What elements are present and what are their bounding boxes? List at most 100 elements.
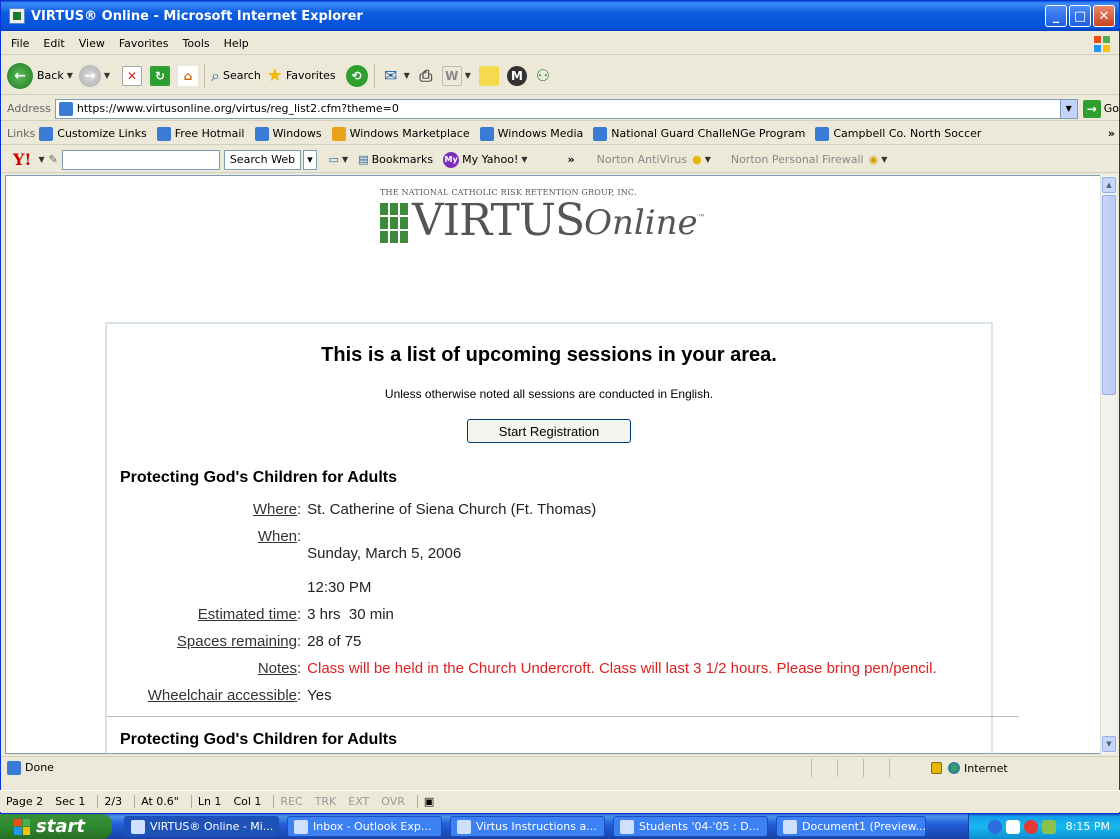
address-dropdown-icon[interactable]: ▼ bbox=[1059, 99, 1077, 118]
close-button[interactable]: ✕ bbox=[1093, 5, 1115, 27]
page-content: THE NATIONAL CATHOLIC RISK RETENTION GRO… bbox=[5, 175, 1101, 754]
link-windows-marketplace[interactable]: Windows Marketplace bbox=[331, 126, 470, 141]
task-label: Inbox - Outlook Exp... bbox=[313, 820, 432, 833]
toolbar-separator bbox=[373, 63, 375, 88]
link-windows-media[interactable]: Windows Media bbox=[479, 126, 584, 141]
menu-tools[interactable]: Tools bbox=[183, 37, 210, 50]
where-value: St. Catherine of Siena Church (Ft. Thoma… bbox=[307, 501, 597, 518]
taskbar: start VIRTUS® Online - Mi... Inbox - Out… bbox=[0, 814, 1120, 839]
go-button[interactable]: → Go bbox=[1082, 99, 1119, 118]
mail-icon[interactable]: ✉ bbox=[381, 66, 401, 86]
yahoo-highlight-button[interactable]: ▭ ▼ bbox=[329, 153, 349, 166]
link-national-guard[interactable]: National Guard ChalleNGe Program bbox=[593, 126, 805, 141]
mail-dropdown-icon[interactable]: ▼ bbox=[404, 71, 410, 80]
session-where-row: Where: St. Catherine of Siena Church (Ft… bbox=[107, 501, 991, 518]
page-heading: This is a list of upcoming sessions in y… bbox=[321, 344, 777, 366]
ie-link-icon bbox=[254, 126, 269, 141]
favorites-button[interactable]: ★ Favorites bbox=[267, 65, 336, 86]
word-ovr[interactable]: OVR bbox=[381, 795, 405, 808]
ie-link-icon bbox=[479, 126, 494, 141]
tray-calendar-icon[interactable] bbox=[1005, 819, 1020, 834]
history-icon[interactable]: ⟲ bbox=[345, 64, 368, 87]
link-windows[interactable]: Windows bbox=[254, 126, 322, 141]
title-bar[interactable]: VIRTUS® Online - Microsoft Internet Expl… bbox=[1, 1, 1119, 31]
scroll-down-icon[interactable]: ▼ bbox=[1102, 736, 1116, 752]
clock[interactable]: 8:15 PM bbox=[1066, 820, 1110, 833]
word-ext[interactable]: EXT bbox=[348, 795, 369, 808]
menu-bar: File Edit View Favorites Tools Help bbox=[1, 33, 1119, 55]
link-label: Windows bbox=[272, 127, 322, 140]
when-label[interactable]: When bbox=[107, 528, 297, 596]
link-label: Windows Media bbox=[497, 127, 584, 140]
maximize-button[interactable]: □ bbox=[1069, 5, 1091, 27]
menu-edit[interactable]: Edit bbox=[43, 37, 64, 50]
menu-help[interactable]: Help bbox=[224, 37, 249, 50]
taskbar-item-students[interactable]: Students '04-'05 : D... bbox=[613, 816, 768, 837]
spaces-remaining-label[interactable]: Spaces remaining bbox=[107, 633, 297, 650]
forward-dropdown-icon[interactable]: ▼ bbox=[104, 71, 110, 80]
link-hotmail[interactable]: Free Hotmail bbox=[156, 126, 245, 141]
link-campbell-soccer[interactable]: Campbell Co. North Soccer bbox=[815, 126, 981, 141]
menu-favorites[interactable]: Favorites bbox=[119, 37, 169, 50]
address-field[interactable]: https://www.virtusonline.org/virtus/reg_… bbox=[54, 98, 1078, 119]
vertical-scrollbar[interactable]: ▲ ▼ bbox=[1100, 175, 1117, 754]
start-registration-button[interactable]: Start Registration bbox=[467, 419, 631, 443]
back-dropdown-icon[interactable]: ▼ bbox=[67, 71, 73, 80]
forward-button[interactable]: → ▼ bbox=[78, 64, 110, 87]
menu-view[interactable]: View bbox=[79, 37, 105, 50]
edit-icon[interactable]: W bbox=[441, 65, 462, 86]
start-button[interactable]: start bbox=[0, 814, 112, 839]
scroll-thumb[interactable] bbox=[1102, 195, 1116, 395]
taskbar-item-virtus-instructions[interactable]: Virtus Instructions a... bbox=[450, 816, 605, 837]
taskbar-item-document1[interactable]: Document1 (Preview... bbox=[776, 816, 926, 837]
messenger-icon[interactable]: M bbox=[506, 65, 527, 86]
menu-file[interactable]: File bbox=[11, 37, 29, 50]
yahoo-dropdown-icon[interactable]: ▼ bbox=[38, 155, 44, 164]
my-yahoo-button[interactable]: My My Yahoo! ▼ bbox=[443, 151, 528, 168]
norton-firewall[interactable]: Norton Personal Firewall ◉ ▼ bbox=[731, 153, 888, 166]
links-more-chevron-icon[interactable]: » bbox=[1108, 127, 1115, 140]
virtus-logo[interactable]: THE NATIONAL CATHOLIC RISK RETENTION GRO… bbox=[380, 188, 760, 243]
stop-icon[interactable]: ✕ bbox=[122, 65, 143, 86]
word-rec[interactable]: REC bbox=[273, 795, 303, 808]
lock-icon[interactable] bbox=[931, 762, 942, 774]
word-trk[interactable]: TRK bbox=[315, 795, 337, 808]
notes-label[interactable]: Notes bbox=[107, 660, 297, 677]
print-icon[interactable]: ⎙ bbox=[416, 66, 436, 86]
pencil-icon[interactable]: ✎ bbox=[49, 153, 58, 166]
where-label[interactable]: Where bbox=[107, 501, 297, 518]
minimize-button[interactable]: _ bbox=[1045, 5, 1067, 27]
task-label: Virtus Instructions a... bbox=[476, 820, 597, 833]
link-customize[interactable]: Customize Links bbox=[39, 126, 147, 141]
back-button[interactable]: ← Back ▼ bbox=[7, 62, 73, 89]
wheelchair-label[interactable]: Wheelchair accessible bbox=[107, 687, 297, 704]
search-button[interactable]: ⌕ Search bbox=[211, 66, 261, 86]
edit-dropdown-icon[interactable]: ▼ bbox=[465, 71, 471, 80]
status-cells bbox=[811, 759, 915, 777]
estimated-time-label[interactable]: Estimated time bbox=[107, 606, 297, 623]
taskbar-item-outlook[interactable]: Inbox - Outlook Exp... bbox=[287, 816, 442, 837]
tray-arrow-icon[interactable] bbox=[987, 819, 1002, 834]
home-icon[interactable]: ⌂ bbox=[178, 65, 199, 86]
when-date: Sunday, March 5, 2006 bbox=[307, 545, 462, 562]
refresh-icon[interactable]: ↻ bbox=[150, 65, 171, 86]
yahoo-search-button[interactable]: Search Web bbox=[223, 149, 302, 170]
yahoo-search-dropdown[interactable]: ▾ bbox=[303, 149, 317, 170]
yahoo-logo[interactable]: Y! bbox=[13, 150, 31, 169]
yahoo-bookmarks[interactable]: ▤ Bookmarks bbox=[358, 153, 433, 166]
yahoo-search-input[interactable] bbox=[61, 149, 220, 170]
address-url[interactable]: https://www.virtusonline.org/virtus/reg_… bbox=[77, 102, 399, 115]
discuss-icon[interactable] bbox=[478, 65, 499, 86]
contacts-icon[interactable]: ⚇ bbox=[533, 66, 553, 86]
marketplace-icon bbox=[331, 126, 346, 141]
ie-link-icon bbox=[815, 126, 830, 141]
task-label: Students '04-'05 : D... bbox=[639, 820, 760, 833]
norton-antivirus[interactable]: Norton AntiVirus ● ▼ bbox=[597, 153, 711, 166]
session-title-next: Protecting God's Children for Adults bbox=[120, 731, 397, 748]
tray-norton-icon[interactable] bbox=[1023, 819, 1038, 834]
tray-network-icon[interactable] bbox=[1041, 819, 1056, 834]
yahoo-more-chevron-icon[interactable]: » bbox=[568, 153, 575, 166]
scroll-up-icon[interactable]: ▲ bbox=[1102, 177, 1116, 193]
taskbar-item-virtus[interactable]: VIRTUS® Online - Mi... bbox=[124, 816, 279, 837]
spelling-book-icon[interactable]: ▣ bbox=[416, 795, 434, 808]
